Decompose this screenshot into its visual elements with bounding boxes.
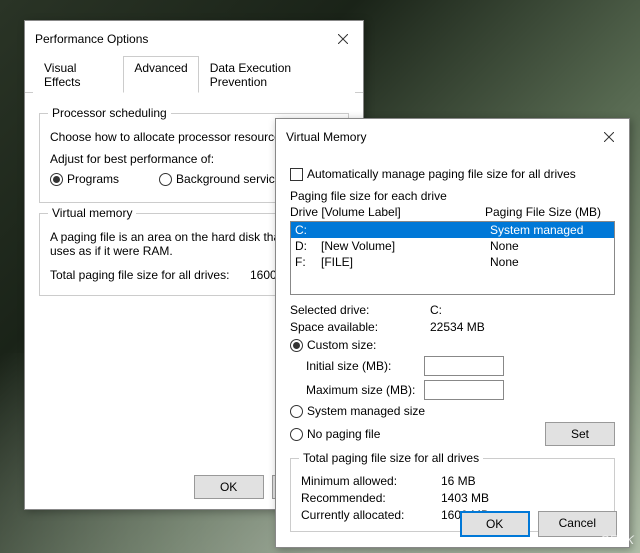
drive-row[interactable]: F: [FILE] None — [291, 254, 614, 270]
vm-ok-button[interactable]: OK — [460, 511, 530, 537]
space-available-row: Space available: 22534 MB — [290, 320, 615, 334]
maximum-size-row: Maximum size (MB): — [306, 380, 615, 400]
vm-group-title: Virtual memory — [48, 206, 136, 220]
auto-manage-label: Automatically manage paging file size fo… — [307, 167, 576, 181]
radio-nopaging-label: No paging file — [307, 427, 380, 441]
vm-titlebar: Virtual Memory — [276, 119, 629, 153]
radio-icon — [290, 339, 303, 352]
set-button[interactable]: Set — [545, 422, 615, 446]
drive-label: [FILE] — [321, 255, 490, 269]
radio-icon — [50, 173, 63, 186]
drive-size: None — [490, 255, 610, 269]
selected-drive-row: Selected drive: C: — [290, 303, 615, 317]
close-icon — [604, 132, 614, 142]
min-label: Minimum allowed: — [301, 474, 441, 488]
watermark-dot-icon — [592, 537, 598, 543]
custom-size-section: Initial size (MB): Maximum size (MB): — [306, 356, 615, 400]
space-value: 22534 MB — [430, 320, 485, 334]
radio-background-label: Background services — [176, 172, 287, 186]
perf-ok-button[interactable]: OK — [194, 475, 264, 499]
drive-label — [321, 223, 490, 237]
cur-label: Currently allocated: — [301, 508, 441, 522]
close-icon — [338, 34, 348, 44]
radio-programs-label: Programs — [67, 172, 119, 186]
header-drive: Drive [Volume Label] — [290, 205, 485, 219]
vm-content: Automatically manage paging file size fo… — [276, 153, 629, 552]
radio-icon — [159, 173, 172, 186]
rec-row: Recommended: 1403 MB — [301, 491, 604, 505]
processor-group-title: Processor scheduling — [48, 106, 171, 120]
initial-size-input[interactable] — [424, 356, 504, 376]
rec-label: Recommended: — [301, 491, 441, 505]
tab-visual-effects[interactable]: Visual Effects — [33, 56, 123, 93]
tab-dep[interactable]: Data Execution Prevention — [199, 56, 355, 93]
tab-advanced[interactable]: Advanced — [123, 56, 198, 93]
drive-letter: D: — [295, 239, 321, 253]
drive-size: None — [490, 239, 610, 253]
no-paging-row: No paging file Set — [290, 422, 615, 446]
drive-letter: F: — [295, 255, 321, 269]
maximum-size-label: Maximum size (MB): — [306, 383, 424, 397]
initial-size-row: Initial size (MB): — [306, 356, 615, 376]
perf-titlebar: Performance Options — [25, 21, 363, 55]
virtual-memory-window: Virtual Memory Automatically manage pagi… — [275, 118, 630, 548]
min-value: 16 MB — [441, 474, 476, 488]
perf-title: Performance Options — [35, 32, 148, 46]
min-row: Minimum allowed: 16 MB — [301, 474, 604, 488]
watermark-text: GENK — [600, 533, 634, 547]
drive-row[interactable]: C: System managed — [291, 222, 614, 238]
rec-value: 1403 MB — [441, 491, 489, 505]
radio-icon — [290, 428, 303, 441]
perf-close-button[interactable] — [333, 29, 353, 49]
initial-size-label: Initial size (MB): — [306, 359, 424, 373]
each-drive-label: Paging file size for each drive — [290, 189, 615, 203]
radio-custom-size[interactable]: Custom size: — [290, 338, 615, 352]
vm-close-button[interactable] — [599, 127, 619, 147]
radio-icon — [290, 405, 303, 418]
drive-row[interactable]: D: [New Volume] None — [291, 238, 614, 254]
radio-system-managed[interactable]: System managed size — [290, 404, 615, 418]
selected-drive-value: C: — [430, 303, 442, 317]
radio-background[interactable]: Background services — [159, 172, 287, 186]
radio-no-paging[interactable]: No paging file — [290, 427, 380, 441]
header-size: Paging File Size (MB) — [485, 205, 615, 219]
auto-manage-checkbox[interactable]: Automatically manage paging file size fo… — [290, 167, 615, 181]
vm-title: Virtual Memory — [286, 130, 366, 144]
selected-drive-label: Selected drive: — [290, 303, 430, 317]
radio-programs[interactable]: Programs — [50, 172, 119, 186]
drive-list-header: Drive [Volume Label] Paging File Size (M… — [290, 205, 615, 219]
drive-size: System managed — [490, 223, 610, 237]
checkbox-icon — [290, 168, 303, 181]
drive-letter: C: — [295, 223, 321, 237]
drive-list[interactable]: C: System managed D: [New Volume] None F… — [290, 221, 615, 295]
maximum-size-input[interactable] — [424, 380, 504, 400]
space-label: Space available: — [290, 320, 430, 334]
watermark: GENK — [592, 533, 634, 547]
radio-custom-label: Custom size: — [307, 338, 376, 352]
drive-label: [New Volume] — [321, 239, 490, 253]
total-group-title: Total paging file size for all drives — [299, 451, 483, 465]
radio-sysmanaged-label: System managed size — [307, 404, 425, 418]
vm-total-label: Total paging file size for all drives: — [50, 268, 250, 282]
perf-tabs: Visual Effects Advanced Data Execution P… — [25, 55, 363, 93]
